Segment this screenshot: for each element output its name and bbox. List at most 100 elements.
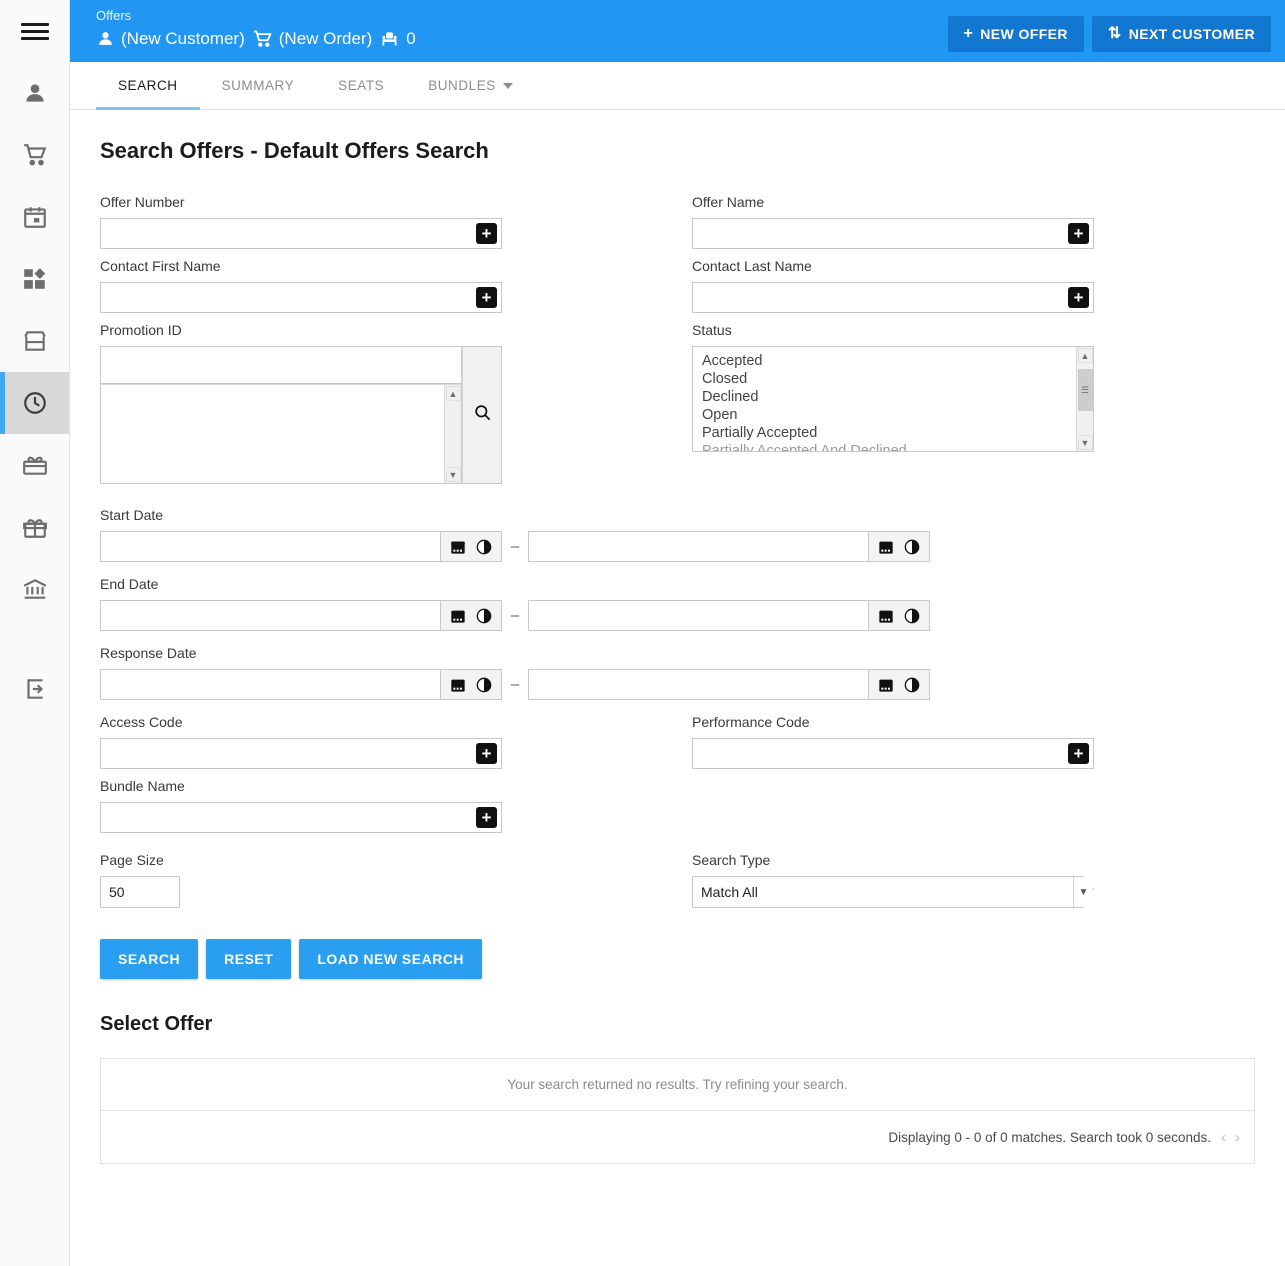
- status-scrollbar[interactable]: ▲ ☰ ▼: [1076, 347, 1093, 451]
- swap-vertical-icon: ⇅: [1107, 25, 1122, 42]
- bundle-name-input[interactable]: [100, 802, 502, 833]
- promotion-id-search-button[interactable]: [462, 346, 502, 484]
- scroll-up-icon[interactable]: ▲: [445, 386, 461, 401]
- page-content: Search Offers - Default Offers Search Of…: [70, 110, 1285, 1266]
- access-code-add-button[interactable]: +: [476, 743, 497, 764]
- seat-count-chip[interactable]: 0: [379, 28, 416, 49]
- status-option[interactable]: Partially Accepted: [702, 424, 1076, 442]
- sidebar-item-orders[interactable]: [0, 124, 69, 186]
- status-options: Accepted Closed Declined Open Partially …: [693, 347, 1076, 451]
- field-end-date-label: End Date: [100, 576, 159, 592]
- calendar-icon[interactable]: [878, 677, 894, 693]
- scroll-down-icon[interactable]: ▼: [1077, 435, 1093, 450]
- select-offer-title: Select Offer: [100, 1013, 213, 1035]
- promotion-id-listbox[interactable]: ▲ ▼: [100, 384, 462, 484]
- sidebar-item-customers[interactable]: [0, 62, 69, 124]
- load-new-search-button[interactable]: LOAD NEW SEARCH: [299, 939, 483, 979]
- field-page-size: Page Size: [100, 852, 692, 908]
- sidebar-item-events[interactable]: [0, 186, 69, 248]
- field-search-type: Search Type Match All Match Any ▼ *: [692, 852, 1255, 908]
- status-option[interactable]: Accepted: [702, 352, 1076, 370]
- response-date-from-input[interactable]: [100, 669, 440, 700]
- bundle-name-add-button[interactable]: +: [476, 807, 497, 828]
- clock-icon[interactable]: [476, 539, 492, 555]
- bank-icon: [22, 576, 48, 602]
- sidebar-item-login[interactable]: [0, 658, 69, 720]
- scrollbar-track[interactable]: ☰: [1077, 363, 1093, 435]
- tab-summary[interactable]: SUMMARY: [200, 62, 317, 109]
- sidebar-item-offers[interactable]: [0, 372, 69, 434]
- start-date-to-input[interactable]: [528, 531, 868, 562]
- end-date-to-input[interactable]: [528, 600, 868, 631]
- contact-last-name-add-button[interactable]: +: [1068, 287, 1089, 308]
- chevron-down-icon: [502, 82, 513, 89]
- sidebar-item-venues[interactable]: [0, 310, 69, 372]
- offer-name-add-button[interactable]: +: [1068, 223, 1089, 244]
- scroll-down-icon[interactable]: ▼: [445, 467, 461, 482]
- calendar-icon[interactable]: [878, 539, 894, 555]
- access-code-input[interactable]: [100, 738, 502, 769]
- response-date-to-input[interactable]: [528, 669, 868, 700]
- performance-code-add-button[interactable]: +: [1068, 743, 1089, 764]
- field-contact-first-name-label: Contact First Name: [100, 258, 221, 274]
- clock-icon[interactable]: [904, 677, 920, 693]
- tab-summary-label: SUMMARY: [221, 78, 295, 93]
- status-option[interactable]: Partially Accepted And Declined: [702, 442, 1076, 451]
- offer-number-add-button[interactable]: +: [476, 223, 497, 244]
- results-count-text: Displaying 0 - 0 of 0 matches. Search to…: [888, 1129, 1211, 1145]
- search-type-select[interactable]: Match All Match Any: [692, 876, 1085, 908]
- tab-seats-label: SEATS: [338, 78, 385, 93]
- tab-bundles[interactable]: BUNDLES: [406, 62, 535, 109]
- end-date-from-input[interactable]: [100, 600, 440, 631]
- field-status-label: Status: [692, 322, 732, 338]
- clock-icon[interactable]: [476, 677, 492, 693]
- clock-icon[interactable]: [476, 608, 492, 624]
- promotion-id-input[interactable]: [100, 346, 462, 384]
- next-customer-button[interactable]: ⇅ NEXT CUSTOMER: [1091, 16, 1271, 52]
- prev-page-icon[interactable]: ‹: [1221, 1130, 1226, 1145]
- clock-icon[interactable]: [904, 539, 920, 555]
- offer-name-input[interactable]: [692, 218, 1094, 249]
- calendar-icon[interactable]: [878, 608, 894, 624]
- tab-search[interactable]: SEARCH: [96, 62, 200, 110]
- current-order-chip[interactable]: (New Order): [252, 28, 372, 49]
- results-empty-message: Your search returned no results. Try ref…: [101, 1059, 1254, 1111]
- reset-button[interactable]: RESET: [206, 939, 292, 979]
- next-page-icon[interactable]: ›: [1235, 1130, 1240, 1145]
- start-date-from-input[interactable]: [100, 531, 440, 562]
- calendar-icon[interactable]: [450, 608, 466, 624]
- sidebar-item-memberships[interactable]: [0, 496, 69, 558]
- calendar-icon[interactable]: [450, 539, 466, 555]
- page-size-input[interactable]: [100, 876, 180, 908]
- offer-number-input[interactable]: [100, 218, 502, 249]
- calendar-icon: [22, 204, 48, 230]
- field-response-date-label: Response Date: [100, 645, 197, 661]
- sidebar-item-gift-cards[interactable]: [0, 434, 69, 496]
- contact-first-name-add-button[interactable]: +: [476, 287, 497, 308]
- promotion-id-scrollbar[interactable]: ▲ ▼: [444, 385, 461, 483]
- new-offer-button[interactable]: + NEW OFFER: [947, 16, 1084, 52]
- status-listbox[interactable]: Accepted Closed Declined Open Partially …: [692, 346, 1094, 452]
- scroll-up-icon[interactable]: ▲: [1077, 348, 1093, 363]
- scrollbar-thumb[interactable]: ☰: [1077, 369, 1093, 411]
- status-option[interactable]: Closed: [702, 370, 1076, 388]
- field-access-code-label: Access Code: [100, 714, 183, 730]
- sidebar-item-dashboard[interactable]: [0, 248, 69, 310]
- current-customer-chip[interactable]: (New Customer): [96, 29, 245, 49]
- performance-code-input[interactable]: [692, 738, 1094, 769]
- hamburger-menu-button[interactable]: [0, 0, 69, 62]
- sidebar-item-finance[interactable]: [0, 558, 69, 620]
- scrollbar-track[interactable]: [445, 401, 461, 467]
- field-promotion-id: Promotion ID ▲ ▼: [100, 322, 692, 484]
- field-promotion-id-label: Promotion ID: [100, 322, 182, 338]
- contact-first-name-input[interactable]: [100, 282, 502, 313]
- tab-seats[interactable]: SEATS: [316, 62, 406, 109]
- status-option[interactable]: Declined: [702, 388, 1076, 406]
- clock-icon[interactable]: [904, 608, 920, 624]
- status-option[interactable]: Open: [702, 406, 1076, 424]
- calendar-icon[interactable]: [450, 677, 466, 693]
- contact-last-name-input[interactable]: [692, 282, 1094, 313]
- next-customer-label: NEXT CUSTOMER: [1128, 26, 1255, 42]
- search-button[interactable]: SEARCH: [100, 939, 199, 979]
